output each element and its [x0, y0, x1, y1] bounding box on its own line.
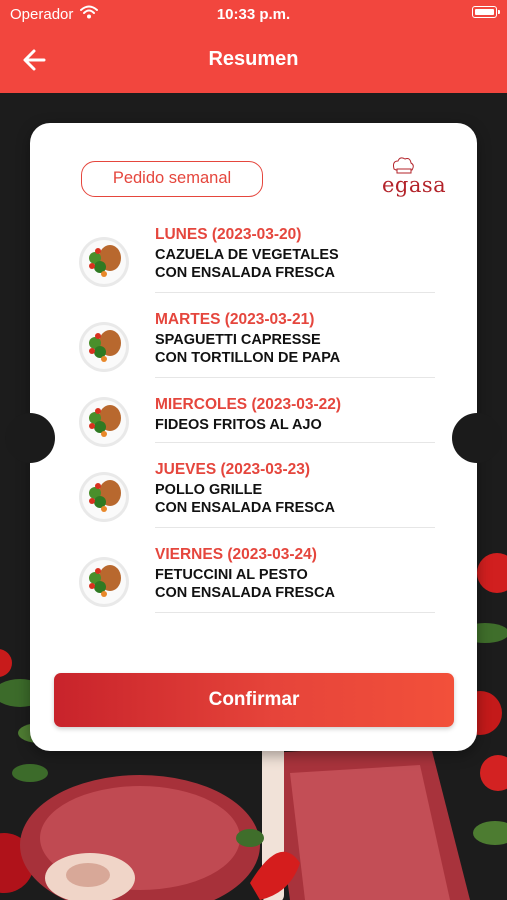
- day-label: MARTES (2023-03-21): [155, 311, 315, 328]
- dish-line-2: CON ENSALADA FRESCA: [155, 585, 335, 601]
- summary-card: Pedido semanal egasa LUNES (2023-03-20) …: [5, 123, 502, 751]
- menu-item-friday[interactable]: VIERNES (2023-03-24) FETUCCINI AL PESTO …: [78, 546, 438, 614]
- dish-line-1: POLLO GRILLE: [155, 482, 263, 498]
- day-label: VIERNES (2023-03-24): [155, 546, 317, 563]
- day-label: MIERCOLES (2023-03-22): [155, 396, 342, 413]
- divider: [155, 292, 435, 293]
- dish-line-2: CON ENSALADA FRESCA: [155, 500, 335, 516]
- dish-thumbnail: [79, 557, 129, 607]
- order-type-badge: Pedido semanal: [81, 161, 263, 197]
- dish-line-1: CAZUELA DE VEGETALES: [155, 247, 339, 263]
- dish-line-1: FETUCCINI AL PESTO: [155, 567, 308, 583]
- menu-item-wednesday[interactable]: MIERCOLES (2023-03-22) FIDEOS FRITOS AL …: [78, 396, 438, 447]
- day-label: JUEVES (2023-03-23): [155, 461, 311, 478]
- divider: [155, 442, 435, 443]
- confirm-button[interactable]: Confirmar: [54, 673, 454, 727]
- menu-item-tuesday[interactable]: MARTES (2023-03-21) SPAGUETTI CAPRESSE C…: [78, 311, 438, 379]
- app-header: Operador 10:33 p.m. Resumen: [0, 0, 507, 93]
- status-bar: Operador 10:33 p.m.: [0, 0, 507, 28]
- battery-icon: [472, 6, 500, 18]
- dish-line-1: FIDEOS FRITOS AL AJO: [155, 417, 322, 433]
- day-label: LUNES (2023-03-20): [155, 226, 302, 243]
- status-time: 10:33 p.m.: [216, 6, 291, 23]
- ticket-notch-right: [452, 413, 502, 463]
- page-title: Resumen: [208, 48, 299, 70]
- divider: [155, 527, 435, 528]
- ticket-notch-left: [5, 413, 55, 463]
- menu-item-monday[interactable]: LUNES (2023-03-20) CAZUELA DE VEGETALES …: [78, 226, 438, 294]
- dish-line-2: CON ENSALADA FRESCA: [155, 265, 335, 281]
- divider: [155, 377, 435, 378]
- dish-line-2: CON TORTILLON DE PAPA: [155, 350, 341, 366]
- dish-line-1: SPAGUETTI CAPRESSE: [155, 332, 321, 348]
- dish-thumbnail: [79, 322, 129, 372]
- divider: [155, 612, 435, 613]
- dish-thumbnail: [79, 472, 129, 522]
- brand-name: egasa: [382, 173, 447, 197]
- menu-item-thursday[interactable]: JUEVES (2023-03-23) POLLO GRILLE CON ENS…: [78, 461, 438, 529]
- dish-thumbnail: [79, 397, 129, 447]
- dish-thumbnail: [79, 237, 129, 287]
